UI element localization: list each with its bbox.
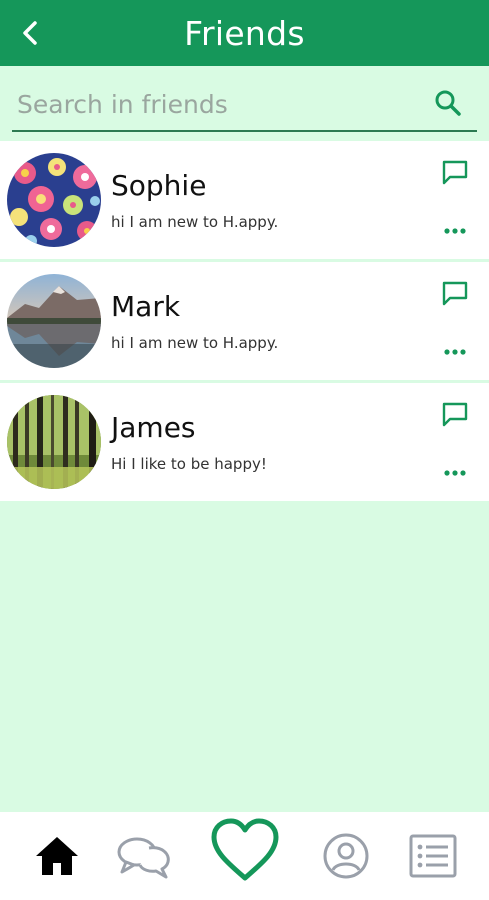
friend-status: hi I am new to H.appy. [111,334,279,352]
message-button[interactable] [441,159,469,185]
forest-avatar[interactable] [7,395,101,489]
nav-profile[interactable] [322,832,370,880]
list-icon [409,834,457,878]
app-header: Friends [0,0,489,66]
search-input[interactable] [12,82,412,126]
search-icon [435,90,461,116]
friend-name[interactable]: Mark [111,290,180,323]
friend-name[interactable]: Sophie [111,169,206,202]
message-icon [442,160,468,185]
back-button[interactable] [12,13,48,53]
chevron-left-icon [23,21,37,45]
friend-status: hi I am new to H.appy. [111,213,279,231]
message-icon [442,281,468,306]
chat-bubbles-icon [117,837,170,879]
friend-card[interactable]: Mark hi I am new to H.appy. [0,262,489,380]
search-button[interactable] [433,88,463,118]
friend-card[interactable]: James Hi I like to be happy! [0,383,489,501]
page-title: Friends [184,13,305,53]
friend-name[interactable]: James [111,411,196,444]
heart-icon [211,818,279,881]
profile-icon [323,833,369,879]
more-options-button[interactable] [443,223,467,237]
home-icon [36,837,78,875]
more-horizontal-icon [444,228,466,234]
message-icon [442,402,468,427]
search-bar [12,78,477,132]
more-options-button[interactable] [443,465,467,479]
mountain-lake-avatar[interactable] [7,274,101,368]
floral-pattern-avatar[interactable] [7,153,101,247]
friend-status: Hi I like to be happy! [111,455,267,473]
more-horizontal-icon [444,349,466,355]
message-button[interactable] [441,280,469,306]
message-button[interactable] [441,401,469,427]
more-options-button[interactable] [443,344,467,358]
nav-home[interactable] [34,834,80,878]
nav-list[interactable] [409,834,457,878]
nav-favorites[interactable] [209,816,281,884]
more-horizontal-icon [444,470,466,476]
friend-card[interactable]: Sophie hi I am new to H.appy. [0,141,489,259]
bottom-nav [0,812,489,900]
friend-list: Sophie hi I am new to H.appy. Mark hi I … [0,141,489,504]
nav-chats[interactable] [116,834,172,880]
